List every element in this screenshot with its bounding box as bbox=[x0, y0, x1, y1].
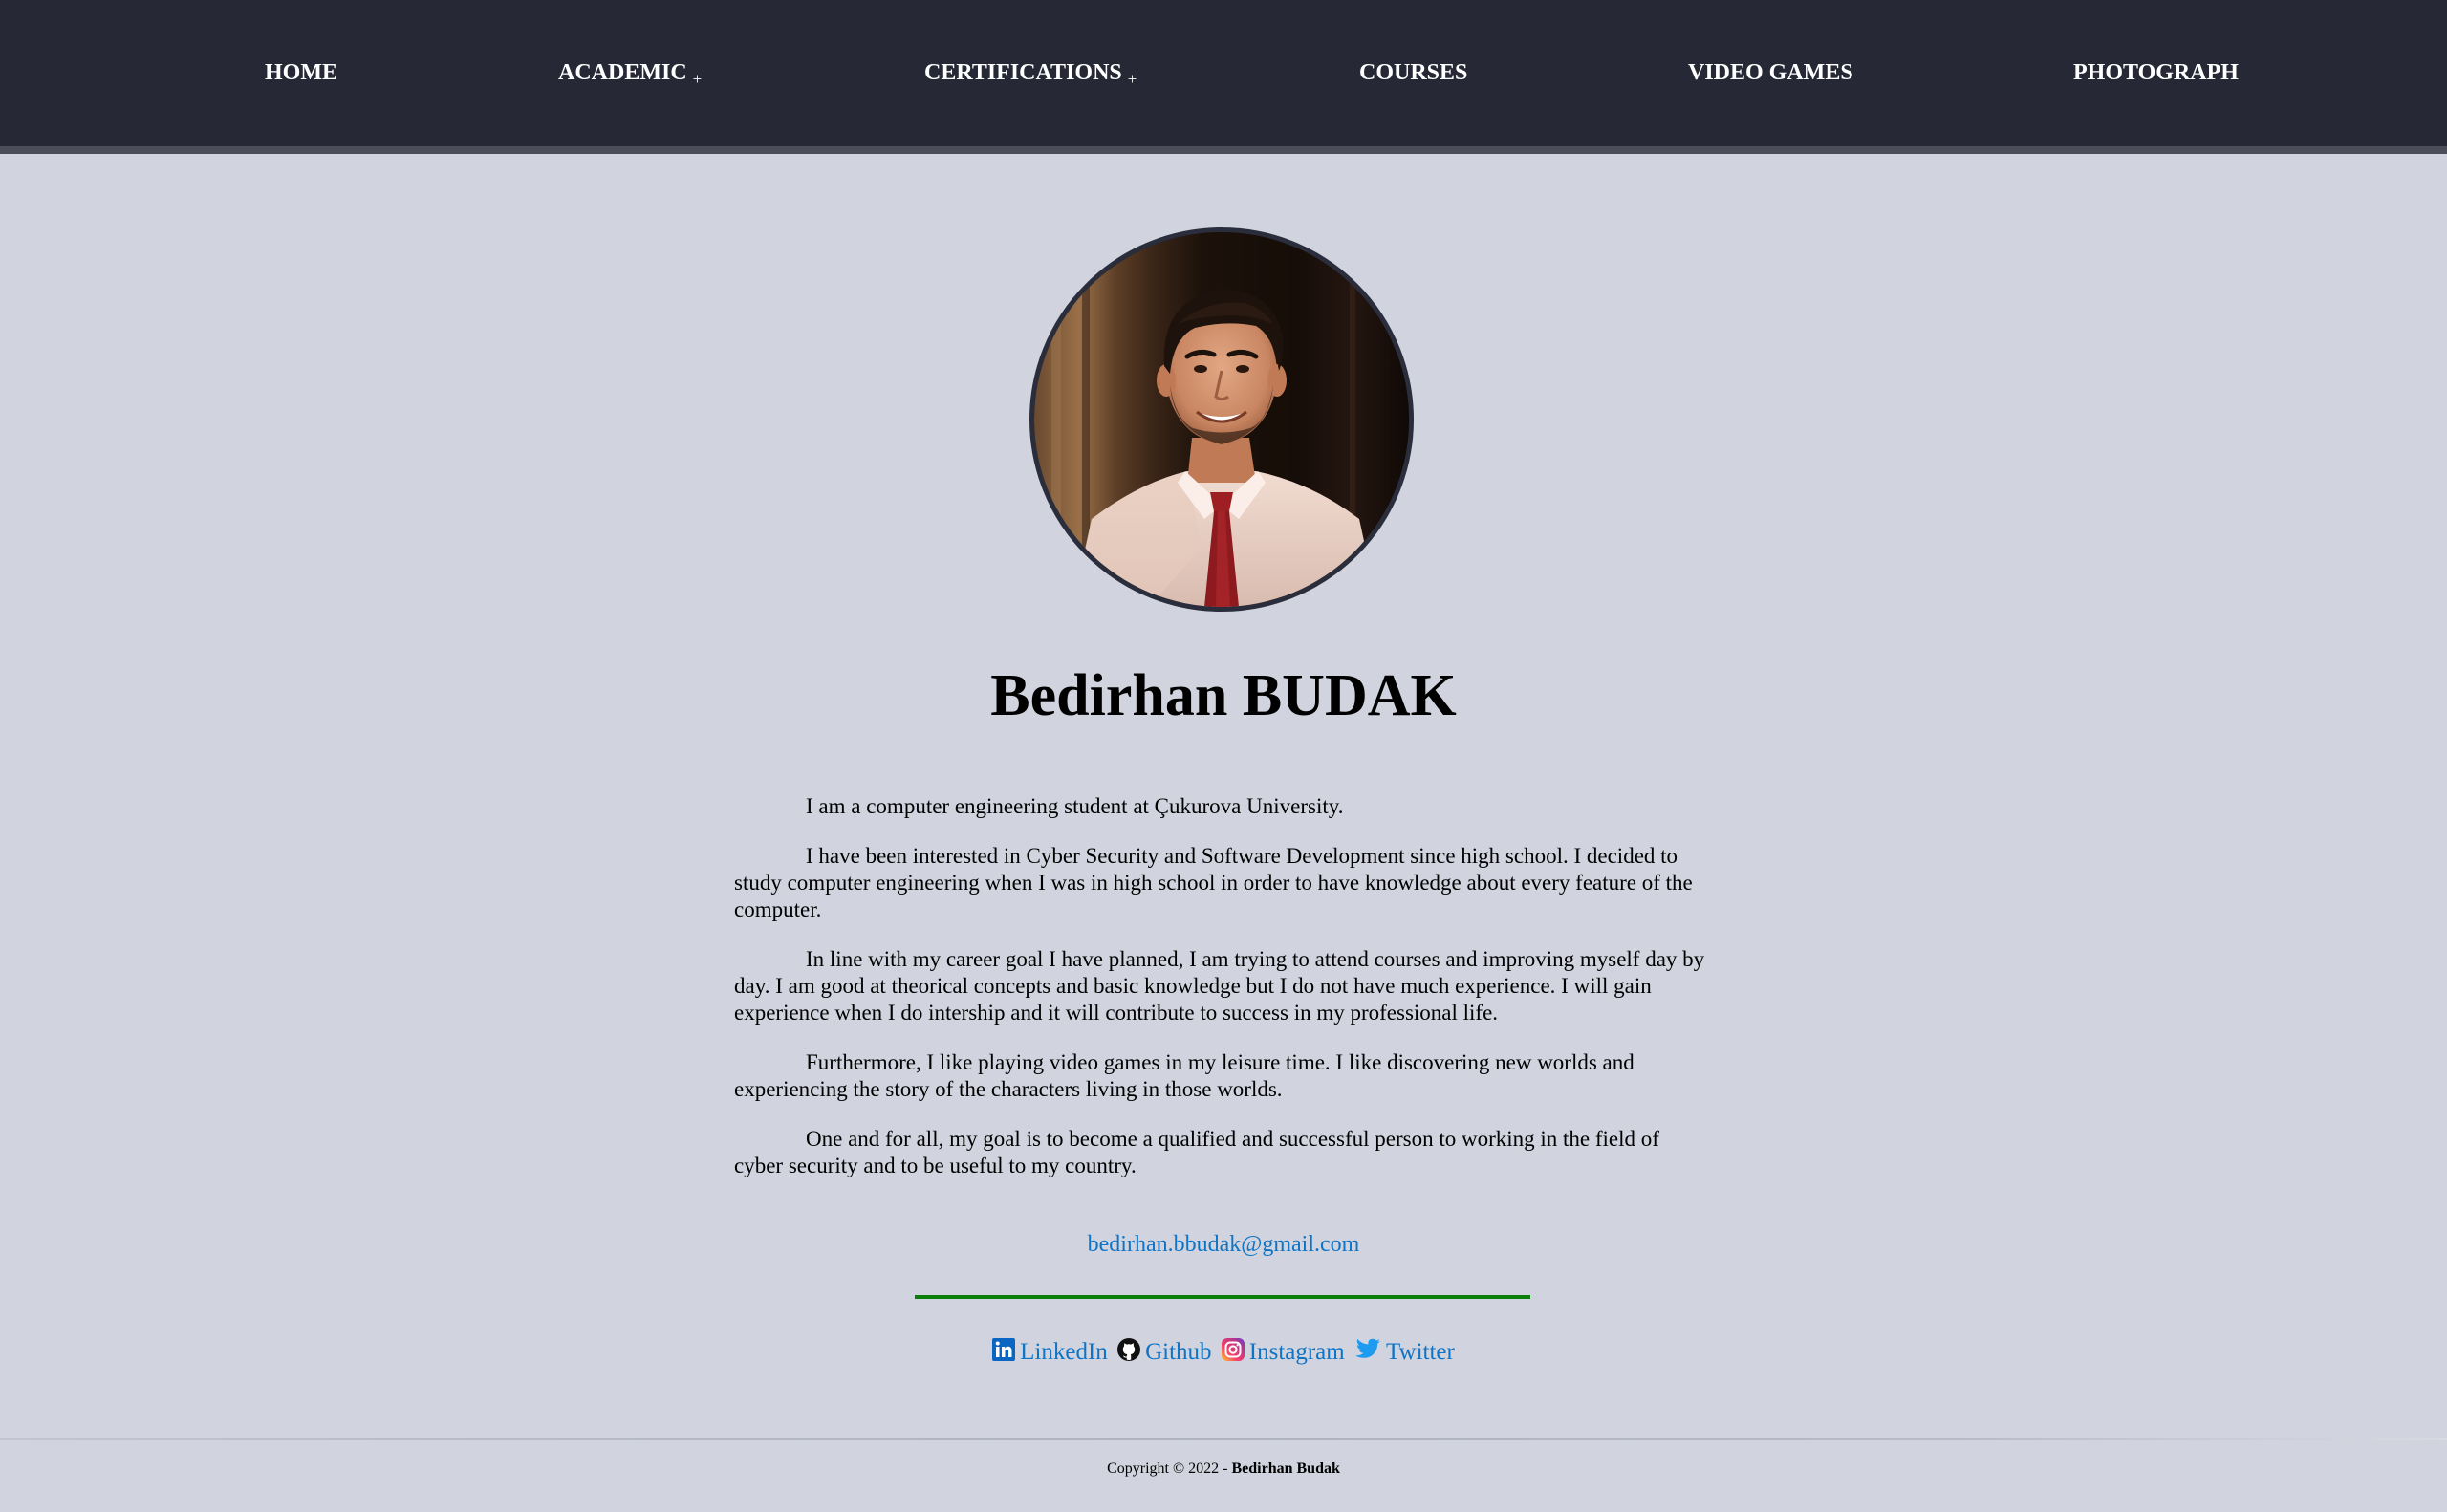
email-link[interactable]: bedirhan.bbudak@gmail.com bbox=[1088, 1232, 1360, 1257]
social-link-twitter[interactable]: Twitter bbox=[1354, 1336, 1455, 1371]
bio-section: I am a computer engineering student at Ç… bbox=[734, 793, 1713, 1202]
page-title: Bedirhan BUDAK bbox=[990, 663, 1457, 728]
nav-certifications[interactable]: CERTIFICATIONS + bbox=[924, 55, 1137, 92]
social-label: Twitter bbox=[1385, 1339, 1455, 1365]
nav-courses[interactable]: COURSES bbox=[1359, 55, 1467, 90]
social-label: Instagram bbox=[1248, 1339, 1345, 1365]
avatar bbox=[1029, 227, 1414, 612]
profile-photo bbox=[1034, 232, 1409, 607]
copyright-text: Copyright © 2022 - bbox=[1107, 1460, 1232, 1477]
nav-video-games-label: VIDEO GAMES bbox=[1688, 60, 1853, 85]
email-row: bedirhan.bbudak@gmail.com bbox=[0, 1228, 2447, 1261]
copyright-author: Bedirhan Budak bbox=[1231, 1460, 1340, 1477]
nav-academic[interactable]: ACADEMIC + bbox=[558, 55, 702, 92]
bio-paragraph: I am a computer engineering student at Ç… bbox=[806, 794, 1344, 818]
bio-paragraph: Furthermore, I like playing video games … bbox=[734, 1050, 1635, 1101]
social-label: LinkedIn bbox=[1020, 1339, 1108, 1365]
top-navbar: HOME ACADEMIC + CERTIFICATIONS + COURSES V… bbox=[0, 0, 2447, 146]
nav-photograph-label: PHOTOGRAPH bbox=[2073, 60, 2239, 85]
nav-courses-label: COURSES bbox=[1359, 60, 1468, 85]
bio-paragraph: I have been interested in Cyber Security… bbox=[734, 844, 1693, 921]
social-link-github[interactable]: Github bbox=[1117, 1336, 1212, 1371]
bio-paragraph: One and for all, my goal is to become a … bbox=[734, 1127, 1659, 1177]
linkedin-icon bbox=[992, 1338, 1016, 1371]
navbar-bottom-border bbox=[0, 146, 2447, 154]
nav-photograph[interactable]: PHOTOGRAPH bbox=[2073, 55, 2239, 90]
nav-home[interactable]: HOME bbox=[265, 55, 337, 90]
instagram-icon bbox=[1221, 1338, 1245, 1371]
social-links: LinkedIn Github Instagram Twitter bbox=[0, 1336, 2447, 1371]
social-link-instagram[interactable]: Instagram bbox=[1221, 1336, 1345, 1371]
footer: Copyright © 2022 - Bedirhan Budak bbox=[0, 1458, 2447, 1480]
submenu-plus-icon: + bbox=[1127, 70, 1137, 88]
nav-certifications-label: CERTIFICATIONS bbox=[924, 60, 1122, 85]
footer-divider bbox=[0, 1438, 2447, 1440]
social-label: Github bbox=[1145, 1339, 1212, 1365]
nav-home-label: HOME bbox=[265, 60, 337, 85]
green-divider bbox=[915, 1295, 1530, 1299]
twitter-icon bbox=[1354, 1338, 1381, 1371]
nav-video-games[interactable]: VIDEO GAMES bbox=[1688, 55, 1853, 90]
nav-academic-label: ACADEMIC bbox=[558, 60, 687, 85]
submenu-plus-icon: + bbox=[692, 70, 703, 88]
social-link-linkedin[interactable]: LinkedIn bbox=[992, 1336, 1108, 1371]
bio-paragraph: In line with my career goal I have plann… bbox=[734, 947, 1705, 1025]
github-icon bbox=[1117, 1338, 1141, 1371]
